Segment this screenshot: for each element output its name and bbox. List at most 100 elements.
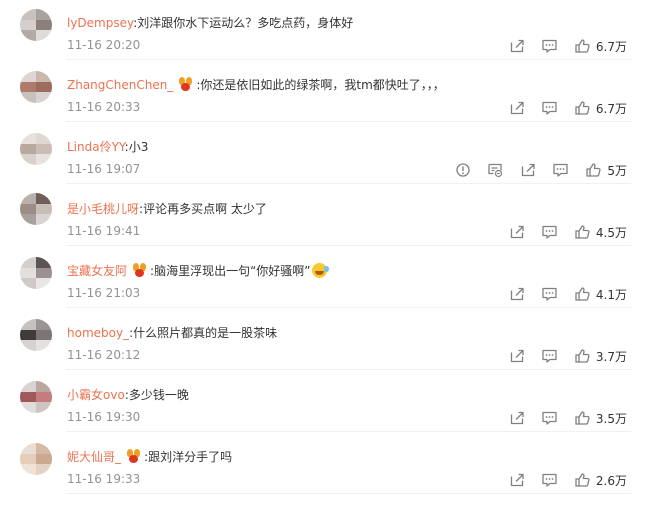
share-button[interactable]: [509, 100, 525, 116]
user-avatar[interactable]: [20, 381, 52, 413]
comment-text: 你还是依旧如此的绿茶啊，我tm都快吐了，，，: [200, 78, 445, 92]
divider: [66, 183, 631, 184]
share-button[interactable]: [509, 472, 525, 488]
divider: [66, 431, 631, 432]
divider: [66, 369, 631, 370]
comment-time: 11-16 19:07: [67, 162, 141, 176]
comment-time: 11-16 21:03: [67, 286, 141, 300]
like-button[interactable]: 2.6万: [574, 472, 627, 489]
comment-time: 11-16 20:33: [67, 100, 141, 114]
comment-content: 宝藏女友阿:脑海里浮现出一句“你好骚啊”: [67, 263, 329, 279]
share-button[interactable]: [520, 162, 536, 178]
edit-button[interactable]: [487, 162, 504, 178]
comment-item: 妮大仙哥_:跟刘洋分手了吗 11-16 19:33 2.6万: [0, 434, 647, 494]
comment-content: 小霸女ovo:多少钱一晚: [67, 387, 189, 403]
reply-icon: [542, 411, 557, 425]
like-count: 3.7万: [595, 349, 627, 364]
reply-icon: [542, 101, 557, 115]
reply-button[interactable]: [552, 162, 569, 178]
like-count: 6.7万: [595, 39, 627, 54]
edit-icon: [488, 163, 503, 178]
like-icon: [575, 39, 590, 53]
share-button[interactable]: [509, 410, 525, 426]
like-count: 5万: [607, 163, 627, 178]
comment-item: 小霸女ovo:多少钱一晚 11-16 19:30 3.5万: [0, 372, 647, 432]
comment-username[interactable]: lyDempsey: [67, 16, 133, 30]
comment-content: ZhangChenChen_:你还是依旧如此的绿茶啊，我tm都快吐了，，，: [67, 77, 445, 93]
share-icon: [510, 287, 524, 301]
comment-text: 脑海里浮现出一句“你好骚啊”: [154, 264, 311, 278]
comment-time: 11-16 20:12: [67, 348, 141, 362]
like-button[interactable]: 4.1万: [574, 286, 627, 303]
share-button[interactable]: [509, 38, 525, 54]
reply-button[interactable]: [541, 410, 558, 426]
share-icon: [510, 39, 524, 53]
reply-button[interactable]: [541, 286, 558, 302]
like-button[interactable]: 3.7万: [574, 348, 627, 365]
user-avatar[interactable]: [20, 193, 52, 225]
share-icon: [510, 473, 524, 487]
comment-time: 11-16 19:33: [67, 472, 141, 486]
user-avatar[interactable]: [20, 9, 52, 41]
like-icon: [575, 101, 590, 115]
report-button[interactable]: [455, 162, 471, 178]
reply-button[interactable]: [541, 348, 558, 364]
comment-item: Linda伶YY:小3 11-16 19:07 5万: [0, 124, 647, 184]
comment-item: ZhangChenChen_:你还是依旧如此的绿茶啊，我tm都快吐了，，， 11-…: [0, 62, 647, 122]
comment-username[interactable]: 宝藏女友阿: [67, 264, 127, 278]
comment-text: 评论再多买点啊 太少了: [143, 202, 267, 216]
share-button[interactable]: [509, 286, 525, 302]
comment-content: homeboy_:什么照片都真的是一股茶味: [67, 325, 277, 341]
share-button[interactable]: [509, 348, 525, 364]
reply-icon: [542, 287, 557, 301]
like-count: 3.5万: [595, 411, 627, 426]
reply-button[interactable]: [541, 472, 558, 488]
comment-text: 刘洋跟你水下运动么？多吃点药，身体好: [137, 16, 354, 30]
divider: [66, 121, 631, 122]
comment-text: 跟刘洋分手了吗: [148, 450, 233, 464]
comment-username[interactable]: homeboy_: [67, 326, 129, 340]
like-icon: [586, 163, 601, 177]
like-button[interactable]: 3.5万: [574, 410, 627, 427]
reply-icon: [553, 163, 569, 177]
comment-username[interactable]: Linda伶YY: [67, 140, 125, 154]
user-avatar[interactable]: [20, 133, 52, 165]
like-button[interactable]: 6.7万: [574, 100, 627, 117]
reply-icon: [542, 225, 557, 239]
like-count: 4.5万: [595, 225, 627, 240]
comment-text: 什么照片都真的是一股茶味: [133, 326, 278, 340]
comment-time: 11-16 19:30: [67, 410, 141, 424]
fan-badge-icon: [178, 77, 193, 91]
reply-button[interactable]: [541, 224, 558, 240]
comment-actions: 6.7万: [493, 98, 627, 118]
like-icon: [575, 287, 590, 301]
comment-item: 是小毛桃儿呀:评论再多买点啊 太少了 11-16 19:41 4.5万: [0, 186, 647, 246]
fan-badge-icon: [126, 449, 141, 463]
divider: [66, 493, 631, 494]
user-avatar[interactable]: [20, 443, 52, 475]
user-avatar[interactable]: [20, 319, 52, 351]
user-avatar[interactable]: [20, 257, 52, 289]
like-button[interactable]: 6.7万: [574, 38, 627, 55]
like-icon: [575, 473, 590, 487]
divider: [66, 307, 631, 308]
like-count: 6.7万: [595, 101, 627, 116]
like-button[interactable]: 4.5万: [574, 224, 627, 241]
share-icon: [522, 163, 536, 177]
fan-badge-icon: [132, 263, 147, 277]
share-button[interactable]: [509, 224, 525, 240]
like-icon: [575, 411, 590, 425]
comment-username[interactable]: ZhangChenChen_: [67, 78, 173, 92]
reply-button[interactable]: [541, 38, 558, 54]
comment-username[interactable]: 是小毛桃儿呀: [67, 202, 139, 216]
share-icon: [510, 411, 524, 425]
reply-button[interactable]: [541, 100, 558, 116]
user-avatar[interactable]: [20, 71, 52, 103]
comment-username[interactable]: 小霸女ovo: [67, 388, 125, 402]
divider: [66, 245, 631, 246]
comment-username[interactable]: 妮大仙哥_: [67, 450, 121, 464]
like-button[interactable]: 5万: [585, 162, 627, 179]
comment-content: lyDempsey:刘洋跟你水下运动么？多吃点药，身体好: [67, 15, 353, 31]
comment-time: 11-16 19:41: [67, 224, 141, 238]
comment-content: Linda伶YY:小3: [67, 139, 148, 155]
